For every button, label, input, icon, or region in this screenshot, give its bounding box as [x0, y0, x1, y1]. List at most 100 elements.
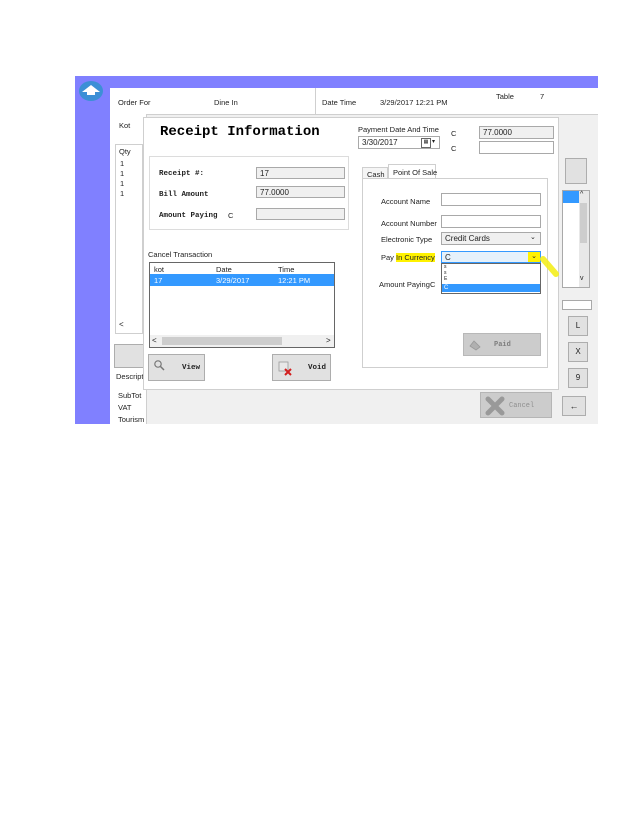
tab-pos-label: Point Of Sale	[393, 168, 438, 177]
amount-paying-field[interactable]	[256, 208, 345, 220]
scroll-left-arrow-icon[interactable]: <	[119, 320, 124, 329]
keypad-x-label: X	[575, 347, 581, 356]
paid-icon	[469, 340, 481, 351]
keypad-x-button[interactable]: X	[568, 342, 588, 362]
dropdown-option-selected[interactable]: C	[442, 284, 540, 292]
scroll-thumb[interactable]	[580, 203, 587, 243]
qty-list: Qty 1 1 1 1 <	[115, 144, 143, 334]
magnifier-icon	[154, 360, 165, 371]
chevron-down-icon[interactable]: ⌄	[530, 234, 536, 242]
qty-cell: 1	[120, 179, 125, 188]
electronic-type-select[interactable]: Credit Cards ⌄	[441, 232, 541, 245]
side-button[interactable]	[114, 344, 144, 368]
scroll-right-arrow-icon[interactable]: >	[326, 336, 331, 345]
paid-button[interactable]: Paid	[463, 333, 541, 356]
account-number-label: Account Number	[381, 219, 437, 228]
screenshot-frame: Order For Dine In Date Time 3/29/2017 12…	[75, 76, 598, 424]
right-button[interactable]	[565, 158, 587, 184]
cancel-x-icon	[485, 396, 505, 416]
void-label: Void	[308, 364, 327, 372]
selected-option-label: C	[444, 285, 449, 291]
account-number-input[interactable]	[441, 215, 541, 228]
receipt-number-field: 17	[256, 167, 345, 179]
receipt-dialog: Receipt Information Receipt #: 17 Bill A…	[143, 117, 559, 390]
scroll-left-arrow-icon[interactable]: <	[152, 336, 157, 345]
qty-cell: 1	[120, 189, 125, 198]
amount-2-field[interactable]	[479, 141, 554, 154]
grid-header-date: Date	[216, 265, 232, 274]
paid-label: Paid	[494, 341, 511, 349]
vat-label: VAT	[118, 403, 132, 412]
void-button[interactable]: Void	[272, 354, 331, 381]
right-list: ^ v	[562, 190, 590, 288]
currency-1-label: C	[451, 129, 457, 138]
date-time-label: Date Time	[322, 98, 357, 107]
currency-value: C	[445, 253, 451, 262]
payment-date-picker[interactable]: 3/30/2017 ▦ ▾	[358, 136, 440, 149]
tourism-label: Tourism	[118, 415, 145, 424]
currency-2-label: C	[451, 144, 457, 153]
qty-cell: 1	[120, 159, 125, 168]
keypad-l-label: L	[575, 321, 581, 330]
app-logo-icon	[78, 80, 104, 102]
account-name-label: Account Name	[381, 197, 431, 206]
keypad-l-button[interactable]: L	[568, 316, 588, 336]
order-type-value: Dine In	[214, 98, 238, 107]
row-date: 3/29/2017	[216, 276, 250, 285]
pos-amount-paying-label: Amount Paying	[379, 280, 430, 289]
horizontal-scrollbar[interactable]: < >	[150, 335, 334, 347]
scrollbar[interactable]: ^ v	[579, 191, 589, 287]
qty-cell: 1	[120, 169, 125, 178]
list-selected-row	[563, 191, 579, 203]
bill-amount-label: Bill Amount	[159, 191, 209, 199]
scroll-thumb[interactable]	[162, 337, 282, 345]
keypad-backspace-button[interactable]: ←	[562, 396, 586, 416]
keypad-9-button[interactable]: 9	[568, 368, 588, 388]
table-value: 7	[540, 92, 545, 101]
keypad-9-label: 9	[575, 373, 581, 382]
cancel-transaction-label: Cancel Transaction	[148, 250, 213, 259]
cancel-transaction-grid: kot Date Time 17 3/29/2017 12:21 PM < >	[149, 262, 335, 348]
amount-paying-currency: C	[228, 211, 234, 220]
header-bar: Order For Dine In Date Time 3/29/2017 12…	[110, 88, 598, 115]
order-for-label: Order For	[118, 98, 151, 107]
chevron-down-icon[interactable]: ⌄	[528, 252, 540, 262]
scroll-up-arrow-icon[interactable]: ^	[580, 191, 583, 198]
qty-header: Qty	[119, 147, 131, 156]
chevron-down-icon[interactable]: ▾	[432, 138, 435, 146]
table-label: Table	[496, 92, 514, 101]
payment-date-label: Payment Date And Time	[358, 125, 439, 134]
currency-dropdown-list: s s E C	[441, 263, 541, 294]
header-divider	[315, 88, 316, 114]
amount-paying-label: Amount Paying	[159, 212, 218, 220]
background-cancel-button[interactable]: Cancel	[480, 392, 552, 418]
pay-label: Pay	[381, 253, 394, 262]
account-name-input[interactable]	[441, 193, 541, 206]
subtotal-label: SubTot	[118, 391, 142, 400]
description-label: Descripti	[116, 372, 146, 381]
bill-amount-field: 77.0000	[256, 186, 345, 198]
dropdown-option[interactable]: E	[444, 276, 447, 282]
electronic-type-label: Electronic Type	[381, 235, 433, 244]
dialog-title: Receipt Information	[160, 124, 320, 140]
right-bar	[562, 300, 592, 310]
table-row[interactable]: 17 3/29/2017 12:21 PM	[150, 274, 334, 286]
row-time: 12:21 PM	[278, 276, 311, 285]
receipt-number-label: Receipt #:	[159, 170, 205, 178]
pos-amount-paying-currency: C	[430, 280, 436, 289]
tab-point-of-sale[interactable]: Point Of Sale	[388, 164, 438, 179]
currency-select[interactable]: C ⌄	[441, 251, 541, 263]
calendar-icon[interactable]: ▦	[421, 138, 431, 148]
row-kot: 17	[154, 276, 163, 285]
void-x-icon	[278, 361, 292, 376]
cancel-label: Cancel	[509, 402, 535, 410]
view-label: View	[182, 364, 201, 372]
view-button[interactable]: View	[148, 354, 205, 381]
electronic-type-value: Credit Cards	[445, 234, 490, 243]
pay-in-currency-label: Pay In Currency	[381, 253, 435, 262]
payment-date-value: 3/30/2017	[362, 138, 398, 147]
amount-1-field: 77.0000	[479, 126, 554, 139]
grid-header-time: Time	[278, 265, 295, 274]
scroll-down-arrow-icon[interactable]: v	[580, 275, 584, 282]
highlight-marker-icon	[540, 256, 559, 277]
